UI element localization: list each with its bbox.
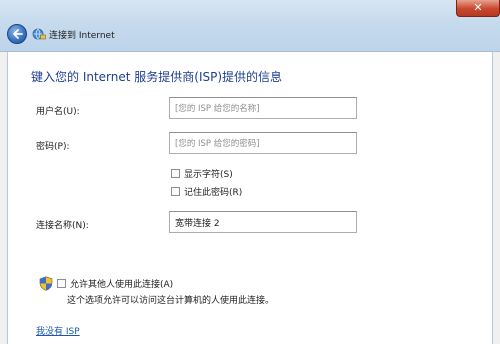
remember-password-option[interactable]: 记住此密码(R): [171, 185, 243, 198]
allow-others-option[interactable]: 允许其他人使用此连接(A): [57, 277, 173, 290]
remember-password-checkbox[interactable]: [171, 187, 180, 196]
network-icon: [32, 28, 46, 40]
password-label: 密码(P):: [36, 142, 70, 152]
title-bar: ✕ 连接到 Internet: [0, 0, 500, 52]
remember-password-label: 记住此密码(R): [184, 188, 243, 198]
back-button[interactable]: [7, 24, 27, 44]
close-button[interactable]: ✕: [456, 0, 500, 17]
allow-others-label: 允许其他人使用此连接(A): [70, 280, 174, 290]
show-chars-option[interactable]: 显示字符(S): [171, 167, 233, 180]
connection-name-label: 连接名称(N):: [36, 221, 89, 231]
allow-others-note: 这个选项允许可以访问这台计算机的人使用此连接。: [67, 296, 275, 306]
show-chars-checkbox[interactable]: [171, 169, 180, 178]
page-heading: 键入您的 Internet 服务提供商(ISP)提供的信息: [31, 70, 283, 84]
close-icon: ✕: [473, 1, 483, 14]
back-arrow-icon: [13, 29, 23, 39]
connection-name-field[interactable]: 宽带连接 2: [169, 211, 357, 233]
username-field[interactable]: [您的 ISP 给您的名称]: [169, 97, 357, 119]
username-label: 用户名(U):: [36, 107, 80, 117]
window-title: 连接到 Internet: [49, 31, 115, 41]
password-field[interactable]: [您的 ISP 给您的密码]: [169, 132, 357, 154]
shield-icon: [39, 276, 53, 291]
allow-others-checkbox[interactable]: [57, 279, 66, 288]
no-isp-link[interactable]: 我没有 ISP: [36, 324, 80, 337]
show-chars-label: 显示字符(S): [184, 170, 233, 180]
